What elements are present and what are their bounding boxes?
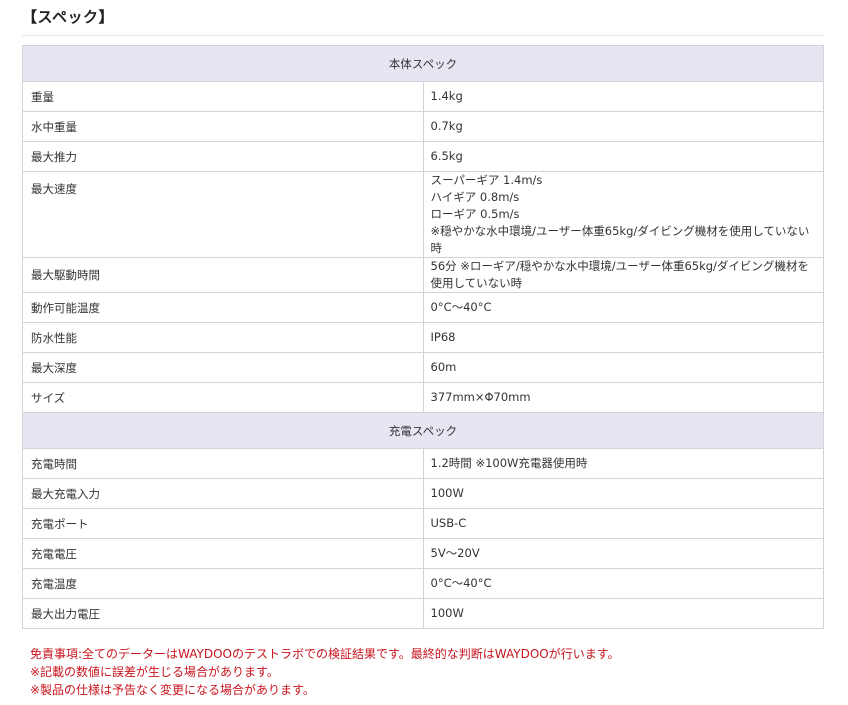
- spec-value: 56分 ※ローギア/穏やかな水中環境/ユーザー体重65kg/ダイビング機材を使用…: [422, 257, 824, 293]
- disclaimer-line: ※製品の仕様は予告なく変更になる場合があります。: [30, 683, 315, 697]
- spec-label: サイズ: [22, 382, 424, 413]
- table-row: サイズ 377mm×Φ70mm: [22, 382, 824, 413]
- spec-value: 100W: [422, 478, 824, 509]
- spec-value: 0.7kg: [422, 111, 824, 142]
- spec-value: 0°C〜40°C: [422, 292, 824, 323]
- disclaimer-notes: 免責事項:全てのデーターはWAYDOOのテストラボでの検証結果です。最終的な判断…: [30, 645, 620, 699]
- table-row: 充電時間 1.2時間 ※100W充電器使用時: [22, 448, 824, 479]
- spec-value: IP68: [422, 322, 824, 353]
- spec-label: 最大駆動時間: [22, 257, 424, 293]
- table-row: 最大深度 60m: [22, 352, 824, 383]
- section-title-charge: 充電スペック: [22, 412, 824, 449]
- table-row: 水中重量 0.7kg: [22, 111, 824, 142]
- spec-label: 最大出力電圧: [22, 598, 424, 629]
- spec-label: 最大速度: [22, 171, 424, 258]
- table-row: 充電温度 0°C〜40°C: [22, 568, 824, 599]
- table-row: 最大充電入力 100W: [22, 478, 824, 509]
- table-row: 重量 1.4kg: [22, 81, 824, 112]
- speed-line: ハイギア 0.8m/s: [430, 190, 520, 204]
- spec-label: 防水性能: [22, 322, 424, 353]
- spec-label: 水中重量: [22, 111, 424, 142]
- spec-label: 動作可能温度: [22, 292, 424, 323]
- spec-value: 5V〜20V: [422, 538, 824, 569]
- section-header-row: 本体スペック: [22, 45, 824, 82]
- heading-divider: [22, 35, 823, 36]
- table-row: 防水性能 IP68: [22, 322, 824, 353]
- spec-value: 6.5kg: [422, 141, 824, 172]
- spec-label: 最大推力: [22, 141, 424, 172]
- table-row: 最大速度 スーパーギア 1.4m/s ハイギア 0.8m/s ローギア 0.5m…: [22, 171, 824, 258]
- spec-label: 最大充電入力: [22, 478, 424, 509]
- table-row: 最大駆動時間 56分 ※ローギア/穏やかな水中環境/ユーザー体重65kg/ダイビ…: [22, 257, 824, 293]
- table-row: 最大推力 6.5kg: [22, 141, 824, 172]
- spec-table: 本体スペック 重量 1.4kg 水中重量 0.7kg 最大推力 6.5kg 最大…: [22, 45, 824, 629]
- speed-note: ※穏やかな水中環境/ユーザー体重65kg/ダイビング機材を使用していない時: [430, 224, 810, 255]
- spec-label: 最大深度: [22, 352, 424, 383]
- spec-value: 0°C〜40°C: [422, 568, 824, 599]
- spec-label: 充電時間: [22, 448, 424, 479]
- spec-value-multiline: スーパーギア 1.4m/s ハイギア 0.8m/s ローギア 0.5m/s ※穏…: [422, 171, 824, 258]
- spec-value: 1.4kg: [422, 81, 824, 112]
- spec-label: 充電温度: [22, 568, 424, 599]
- disclaimer-line: 免責事項:全てのデーターはWAYDOOのテストラボでの検証結果です。最終的な判断…: [30, 647, 620, 661]
- spec-value: 100W: [422, 598, 824, 629]
- spec-value: 60m: [422, 352, 824, 383]
- spec-label: 充電電圧: [22, 538, 424, 569]
- section-header-row: 充電スペック: [22, 412, 824, 449]
- disclaimer-line: ※記載の数値に誤差が生じる場合があります。: [30, 665, 279, 679]
- spec-value: 1.2時間 ※100W充電器使用時: [422, 448, 824, 479]
- spec-value: 377mm×Φ70mm: [422, 382, 824, 413]
- table-row: 動作可能温度 0°C〜40°C: [22, 292, 824, 323]
- speed-line: ローギア 0.5m/s: [430, 207, 520, 221]
- table-row: 最大出力電圧 100W: [22, 598, 824, 629]
- section-title-body: 本体スペック: [22, 45, 824, 82]
- spec-value: USB-C: [422, 508, 824, 539]
- page-heading: 【スペック】: [22, 8, 114, 26]
- table-row: 充電電圧 5V〜20V: [22, 538, 824, 569]
- table-row: 充電ポート USB-C: [22, 508, 824, 539]
- spec-label: 充電ポート: [22, 508, 424, 539]
- spec-label: 重量: [22, 81, 424, 112]
- spec-page: 【スペック】 本体スペック 重量 1.4kg 水中重量 0.7kg 最大推力 6…: [0, 0, 848, 705]
- speed-line: スーパーギア 1.4m/s: [430, 173, 543, 187]
